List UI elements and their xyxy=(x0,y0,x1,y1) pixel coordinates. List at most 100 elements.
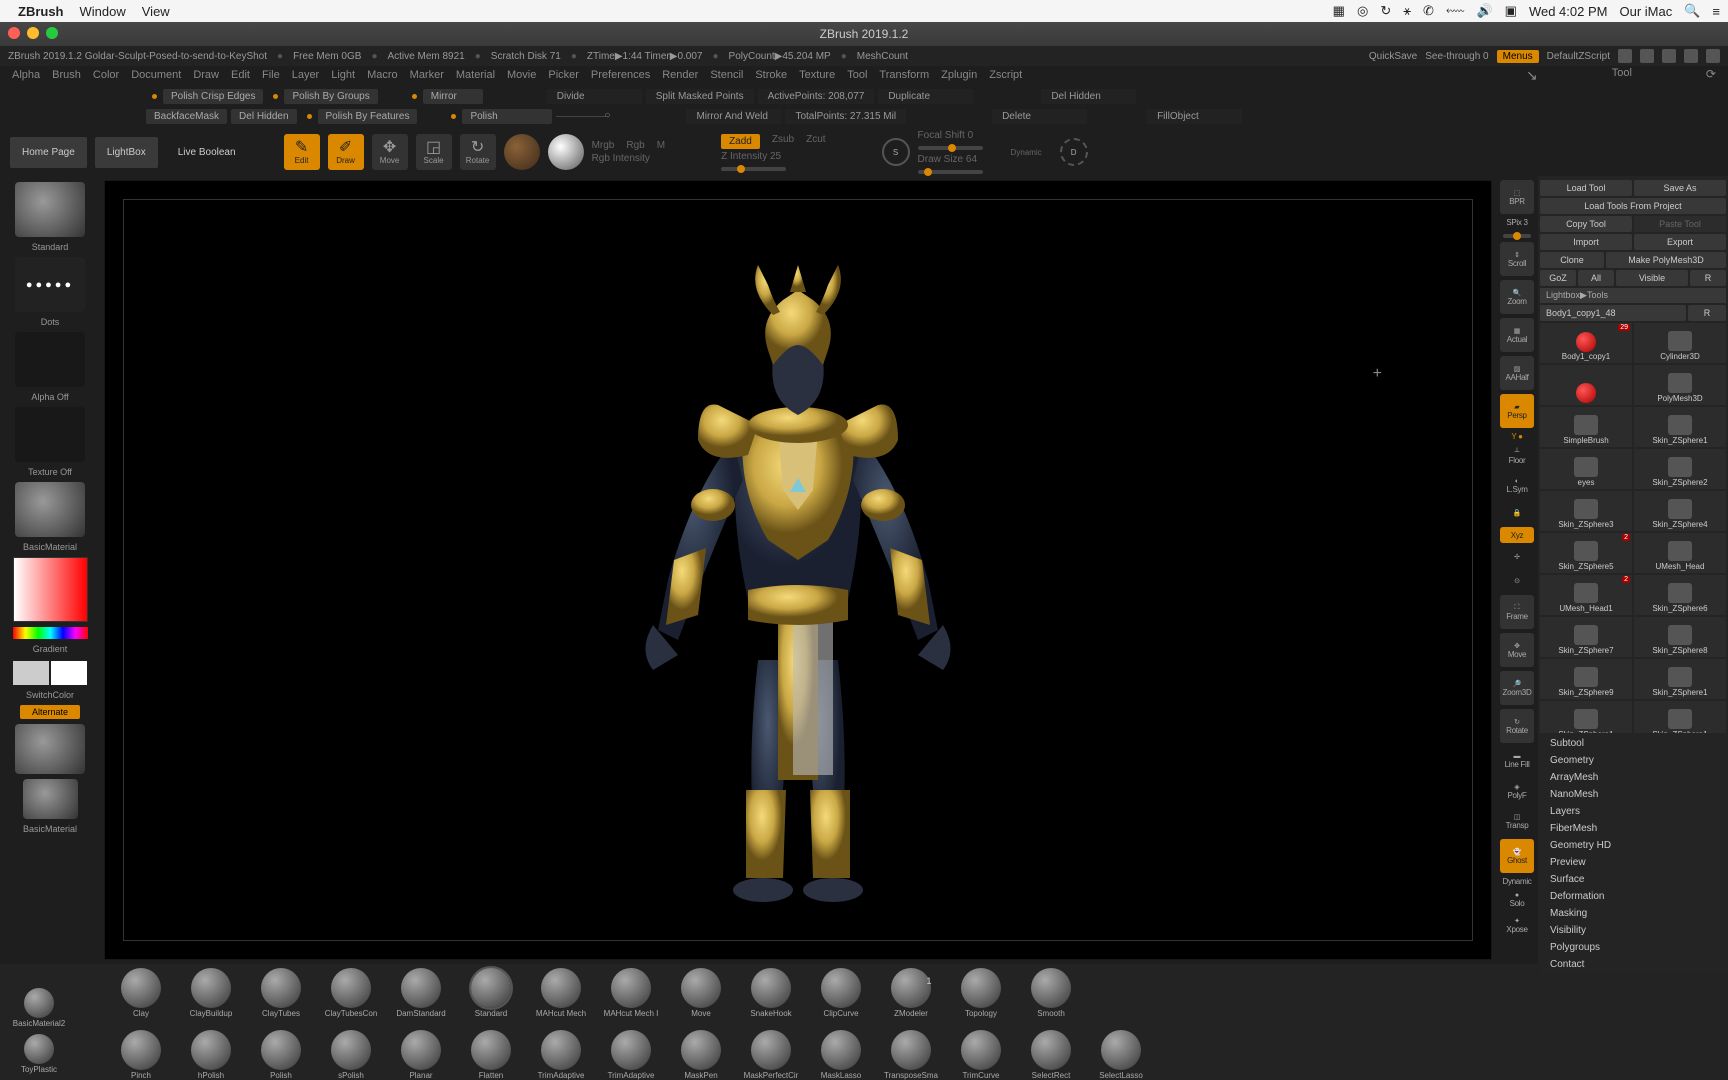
gradient-label[interactable]: Gradient xyxy=(33,644,68,654)
bpr-button[interactable]: ⬚BPR xyxy=(1500,180,1534,214)
minimize-window-icon[interactable] xyxy=(27,27,39,39)
dynamic-label-r[interactable]: Dynamic xyxy=(1502,877,1531,886)
subtool-item[interactable]: Skin_ZSphere7 xyxy=(1540,617,1632,657)
brush-topology[interactable]: Topology xyxy=(948,968,1014,1028)
solo-button[interactable]: ●Solo xyxy=(1500,890,1534,910)
dynamic-preview-icon[interactable]: D xyxy=(1060,138,1088,166)
export-button[interactable]: Export xyxy=(1634,234,1726,250)
rgb-label[interactable]: Rgb xyxy=(626,140,644,151)
menu-transform[interactable]: Transform xyxy=(879,69,929,81)
material-thumbnail[interactable] xyxy=(15,482,85,537)
ghost-button[interactable]: 👻Ghost xyxy=(1500,839,1534,873)
subtool-item[interactable]: Body1_copy129 xyxy=(1540,323,1632,363)
move-mode-button[interactable]: ✥Move xyxy=(372,134,408,170)
polish-button[interactable]: Polish xyxy=(462,109,552,124)
section-contact[interactable]: Contact xyxy=(1540,956,1726,973)
menu-draw[interactable]: Draw xyxy=(193,69,219,81)
alternate-button[interactable]: Alternate xyxy=(20,705,80,719)
ui-icon-4[interactable] xyxy=(1684,49,1698,63)
live-boolean-button[interactable]: Live Boolean xyxy=(166,137,248,168)
r-button-2[interactable]: R xyxy=(1688,305,1726,321)
brush-clipcurve[interactable]: ClipCurve xyxy=(808,968,874,1028)
zadd-button[interactable]: Zadd xyxy=(721,134,760,149)
brush-planar[interactable]: Planar xyxy=(388,1030,454,1080)
brush-transposesma[interactable]: TransposeSma xyxy=(878,1030,944,1080)
transp-button[interactable]: ◫Transp xyxy=(1500,807,1534,835)
stroke-thumbnail[interactable]: ●●●●● xyxy=(15,257,85,312)
backface-button[interactable]: BackfaceMask xyxy=(146,109,227,124)
brush-claytubes[interactable]: ClayTubes xyxy=(248,968,314,1028)
pin-icon[interactable]: ↘ xyxy=(1526,67,1538,84)
brush-selectrect[interactable]: SelectRect xyxy=(1018,1030,1084,1080)
brush-polish[interactable]: Polish xyxy=(248,1030,314,1080)
tool-label[interactable]: Tool xyxy=(1612,67,1632,84)
section-geometry hd[interactable]: Geometry HD xyxy=(1540,837,1726,854)
paste-tool-button[interactable]: Paste Tool xyxy=(1634,216,1726,232)
brush-smooth[interactable]: Smooth xyxy=(1018,968,1084,1028)
clone-button[interactable]: Clone xyxy=(1540,252,1604,268)
load-tool-button[interactable]: Load Tool xyxy=(1540,180,1632,196)
polyf-button[interactable]: ◈PolyF xyxy=(1500,779,1534,803)
r-button[interactable]: R xyxy=(1690,270,1726,286)
brush-selectlasso[interactable]: SelectLasso xyxy=(1088,1030,1154,1080)
subtool-item[interactable]: Skin_ZSphere1 xyxy=(1540,701,1632,733)
menu-marker[interactable]: Marker xyxy=(410,69,444,81)
section-arraymesh[interactable]: ArrayMesh xyxy=(1540,769,1726,786)
lightbox-button[interactable]: LightBox xyxy=(95,137,158,168)
subtool-item[interactable]: Skin_ZSphere3 xyxy=(1540,491,1632,531)
draw-mode-button[interactable]: ✐Draw xyxy=(328,134,364,170)
del-hidden2-button[interactable]: Del Hidden xyxy=(231,109,296,124)
spix-label[interactable]: SPix 3 xyxy=(1506,218,1527,227)
ui-icon-1[interactable] xyxy=(1618,49,1632,63)
subtool-item[interactable]: eyes xyxy=(1540,449,1632,489)
scale-mode-button[interactable]: ◲Scale xyxy=(416,134,452,170)
brush-snakehook[interactable]: SnakeHook xyxy=(738,968,804,1028)
brush-mahcut mech i[interactable]: MAHcut Mech I xyxy=(598,968,664,1028)
alpha-thumbnail[interactable] xyxy=(15,332,85,387)
status-icon-2[interactable]: ◎ xyxy=(1357,3,1368,19)
mirror-button[interactable]: Mirror xyxy=(423,89,483,104)
section-fibermesh[interactable]: FiberMesh xyxy=(1540,820,1726,837)
zcut-label[interactable]: Zcut xyxy=(806,134,825,149)
polish-groups-button[interactable]: Polish By Groups xyxy=(284,89,377,104)
brush-trimcurve[interactable]: TrimCurve xyxy=(948,1030,1014,1080)
rotate3d-button[interactable]: ↻Rotate xyxy=(1500,709,1534,743)
delete-button[interactable]: Delete xyxy=(992,109,1087,124)
color-picker[interactable] xyxy=(13,557,88,622)
goz-button[interactable]: GoZ xyxy=(1540,270,1576,286)
section-preview[interactable]: Preview xyxy=(1540,854,1726,871)
draw-size-slider[interactable]: Draw Size 64 xyxy=(918,154,983,165)
make-polymesh-button[interactable]: Make PolyMesh3D xyxy=(1606,252,1726,268)
volume-icon[interactable]: 🔊 xyxy=(1476,3,1492,19)
menus-button[interactable]: Menus xyxy=(1497,50,1539,63)
brush-pinch[interactable]: Pinch xyxy=(108,1030,174,1080)
polish-crisp-button[interactable]: Polish Crisp Edges xyxy=(163,89,263,104)
menu-preferences[interactable]: Preferences xyxy=(591,69,650,81)
rotate-mode-button[interactable]: ↻Rotate xyxy=(460,134,496,170)
phone-icon[interactable]: ✆ xyxy=(1423,3,1434,19)
brush-spolish[interactable]: sPolish xyxy=(318,1030,384,1080)
current-tool[interactable]: Body1_copy1_48 xyxy=(1540,305,1686,321)
subtool-item[interactable]: Skin_ZSphere2 xyxy=(1634,449,1726,489)
app-menu[interactable]: ZBrush xyxy=(18,4,64,19)
bluetooth-icon[interactable]: ⚹ xyxy=(1403,3,1411,19)
brush-standard[interactable]: Standard xyxy=(458,968,524,1028)
menu-zscript[interactable]: Zscript xyxy=(989,69,1022,81)
menu-light[interactable]: Light xyxy=(331,69,355,81)
menu-stroke[interactable]: Stroke xyxy=(755,69,787,81)
mat-preview-2[interactable] xyxy=(15,724,85,774)
menu-edit[interactable]: Edit xyxy=(231,69,250,81)
subtool-item[interactable]: UMesh_Head xyxy=(1634,533,1726,573)
menu-zplugin[interactable]: Zplugin xyxy=(941,69,977,81)
xyz-button[interactable]: Xyz xyxy=(1500,527,1534,543)
subtool-item[interactable]: Skin_ZSphere52 xyxy=(1540,533,1632,573)
material-preview-icon[interactable] xyxy=(504,134,540,170)
brush-claytubescon[interactable]: ClayTubesCon xyxy=(318,968,384,1028)
dynamic-label[interactable]: Dynamic xyxy=(1011,148,1042,157)
subtool-item[interactable]: Skin_ZSphere1 xyxy=(1634,659,1726,699)
brush-mahcut mech[interactable]: MAHcut Mech xyxy=(528,968,594,1028)
brush-thumbnail[interactable] xyxy=(15,182,85,237)
m-label[interactable]: M xyxy=(657,140,665,151)
section-masking[interactable]: Masking xyxy=(1540,905,1726,922)
duplicate-button[interactable]: Duplicate xyxy=(878,89,973,104)
